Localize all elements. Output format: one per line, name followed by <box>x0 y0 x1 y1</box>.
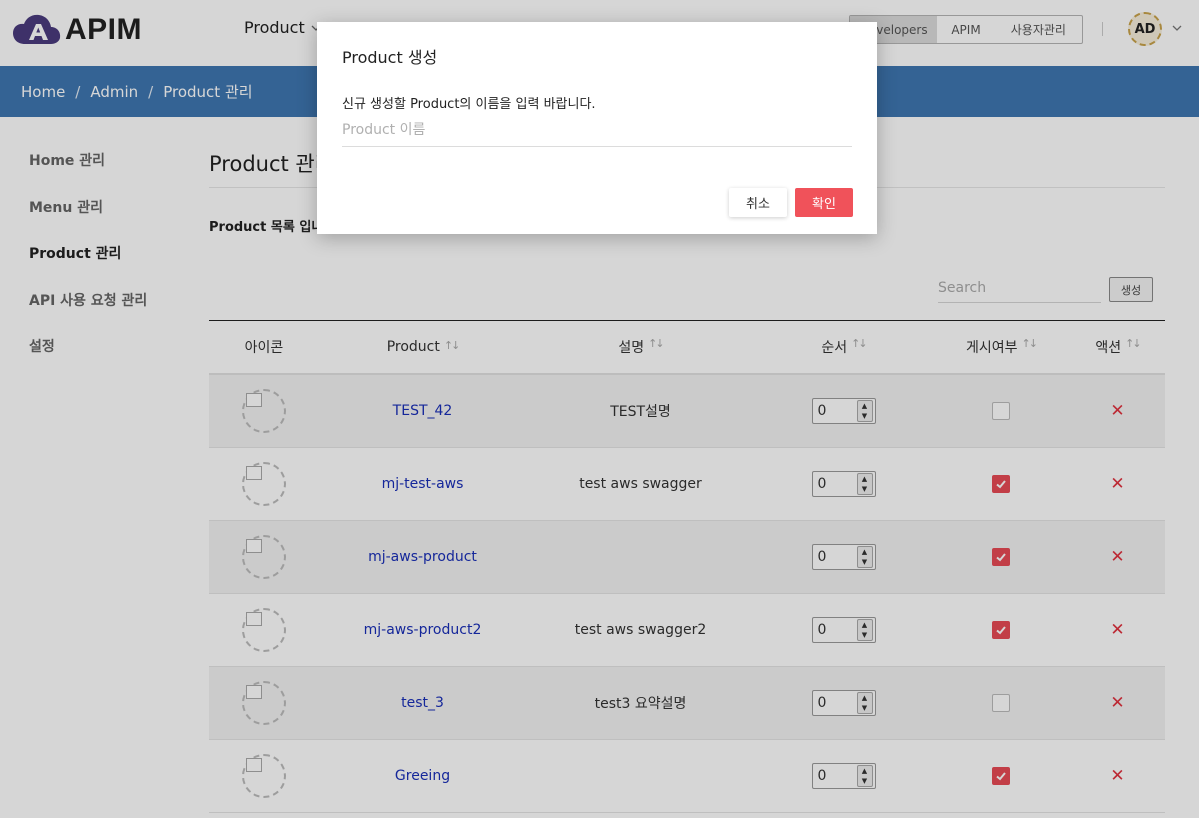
product-name-field <box>342 118 852 147</box>
cancel-button[interactable]: 취소 <box>729 188 787 217</box>
dialog-title: Product 생성 <box>342 48 438 67</box>
confirm-button[interactable]: 확인 <box>795 188 853 217</box>
create-product-dialog: Product 생성 신규 생성할 Product의 이름을 입력 바랍니다. … <box>317 22 877 234</box>
product-name-input[interactable] <box>342 118 852 142</box>
dialog-message: 신규 생성할 Product의 이름을 입력 바랍니다. <box>342 97 596 112</box>
